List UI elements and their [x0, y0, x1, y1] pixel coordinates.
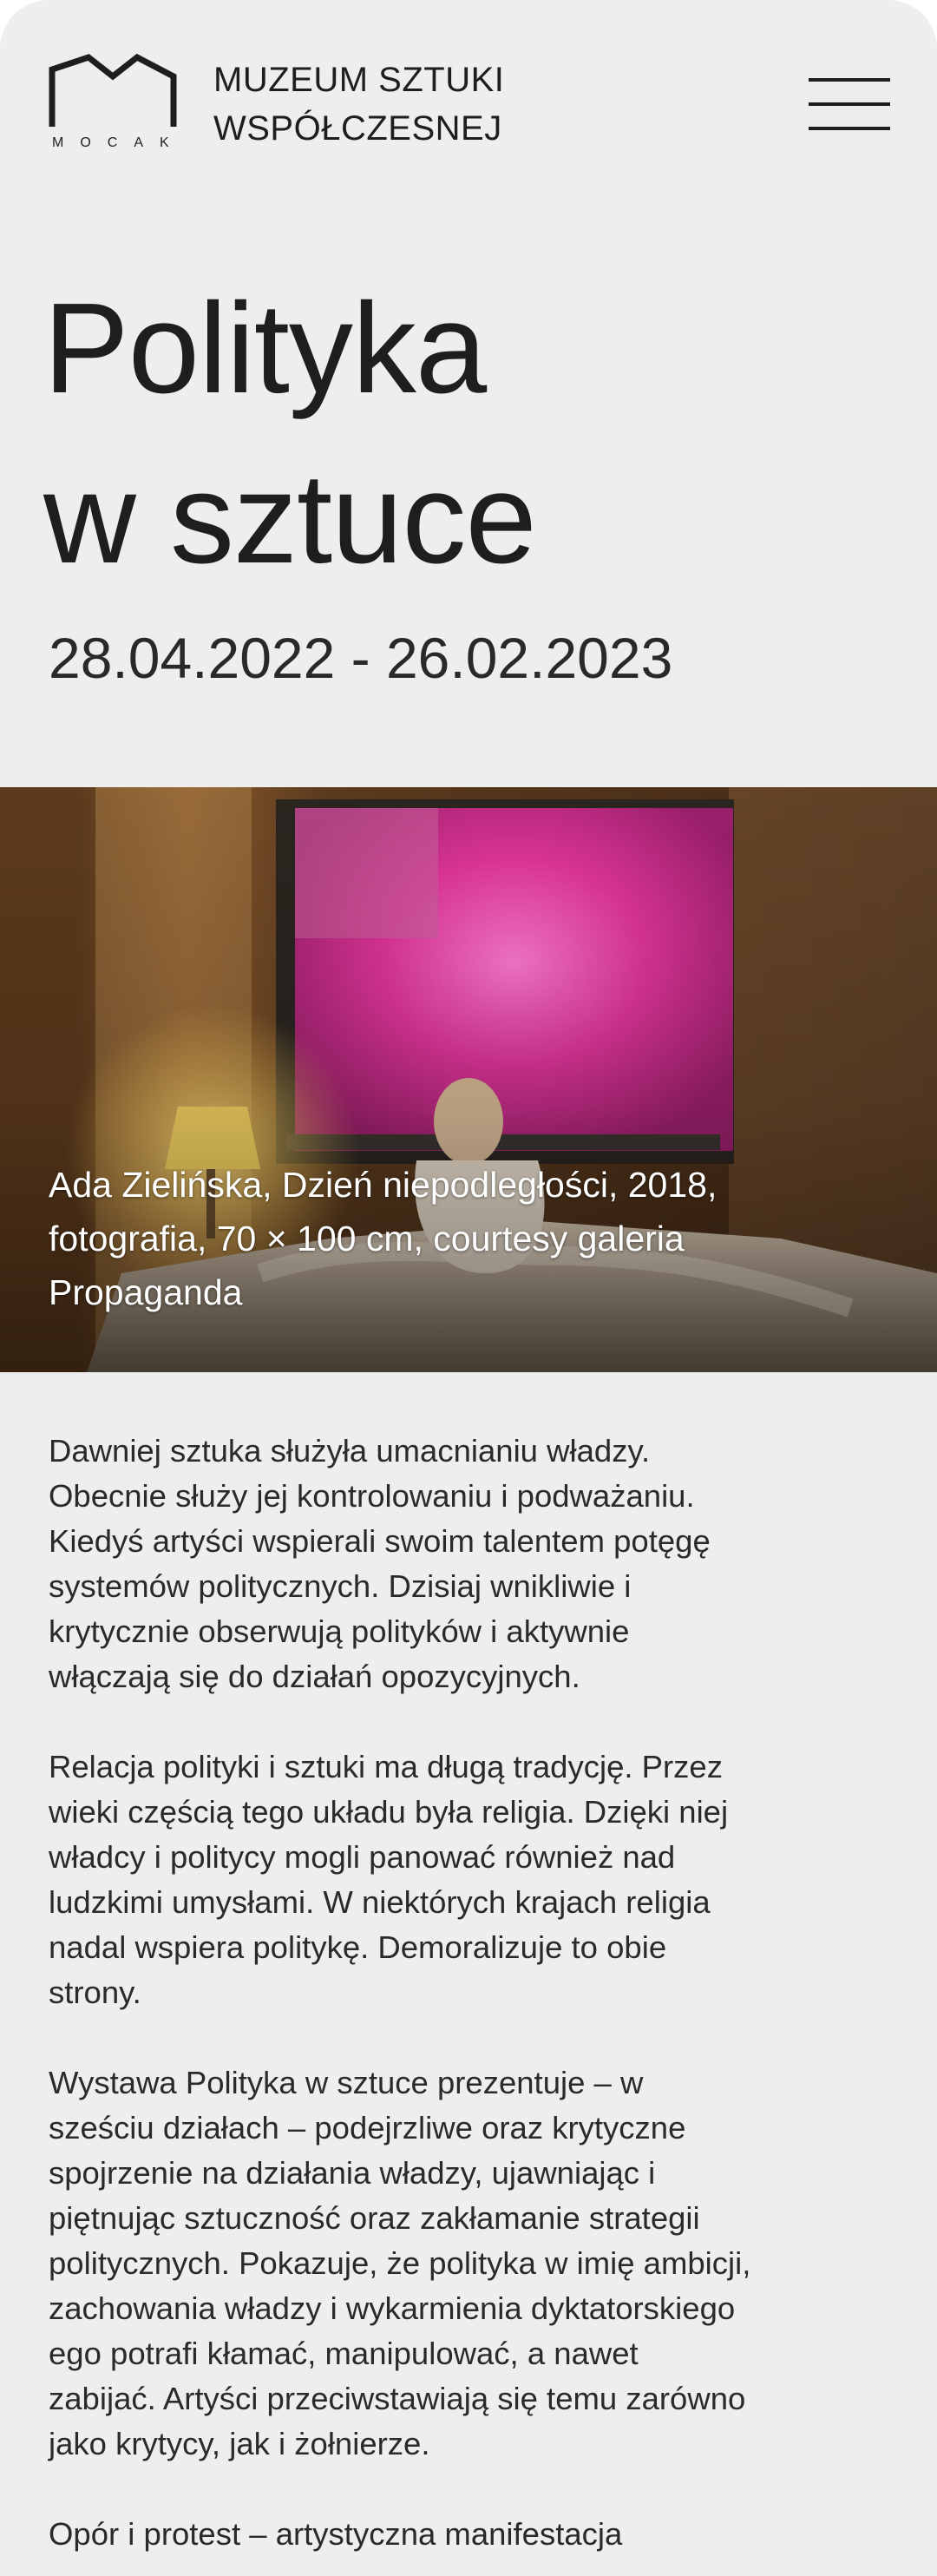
description-paragraph-2: Relacja polityki i sztuki ma długą trady…: [49, 1745, 881, 2015]
description-paragraph-3: Wystawa Polityka w sztuce prezentuje – w…: [49, 2060, 881, 2467]
caption-line-1: Ada Zielińska, Dzień niepodległości, 201…: [49, 1165, 717, 1205]
text-line: Opór i protest – artystyczna manifestacj…: [49, 2516, 623, 2552]
exhibition-description: Dawniej sztuka służyła umacnianiu władzy…: [49, 1429, 881, 2576]
text-line: Obecnie służy jej kontrolowaniu i podważ…: [49, 1478, 695, 1514]
text-line: krytycznie obserwują polityków i aktywni…: [49, 1613, 630, 1649]
menu-bar-bottom: [809, 127, 890, 130]
text-line: sześciu działach – podejrzliwe oraz kryt…: [49, 2110, 686, 2146]
description-paragraph-4: Opór i protest – artystyczna manifestacj…: [49, 2512, 881, 2557]
text-line: Relacja polityki i sztuki ma długą trady…: [49, 1749, 723, 1784]
museum-name-line-2: WSPÓŁCZESNEJ: [213, 109, 502, 148]
hero-caption: Ada Zielińska, Dzień niepodległości, 201…: [49, 1158, 881, 1319]
menu-bar-middle: [809, 102, 890, 106]
text-line: politycznych. Pokazuje, że polityka w im…: [49, 2245, 751, 2281]
page: MOCAK MUZEUM SZTUKI WSPÓŁCZESNEJ Polityk…: [0, 0, 937, 2576]
exhibition-dates: 28.04.2022 - 26.02.2023: [49, 626, 673, 690]
text-line: systemów politycznych. Dzisiaj wnikliwie…: [49, 1568, 632, 1604]
title-line-1: Polityka: [43, 277, 487, 420]
title-line-2: w sztuce: [43, 447, 537, 590]
text-line: jako krytycy, jak i żołnierze.: [49, 2426, 430, 2461]
hamburger-menu-button[interactable]: [805, 75, 892, 135]
exhibition-title: Polityka w sztuce: [43, 264, 894, 604]
text-line: zachowania władzy i wykarmienia dyktator…: [49, 2290, 736, 2326]
site-header: MOCAK MUZEUM SZTUKI WSPÓŁCZESNEJ: [0, 0, 937, 174]
description-paragraph-1: Dawniej sztuka służyła umacnianiu władzy…: [49, 1429, 881, 1699]
text-line: strony.: [49, 1975, 141, 2010]
text-line: władcy i politycy mogli panować również …: [49, 1839, 676, 1875]
text-line: włączają się do działań opozycyjnych.: [49, 1659, 580, 1694]
caption-line-3: Propaganda: [49, 1272, 243, 1312]
logo-letters: MOCAK: [52, 135, 186, 150]
text-line: Dawniej sztuka służyła umacnianiu władzy…: [49, 1433, 651, 1469]
text-line: Wystawa Polityka w sztuce prezentuje – w: [49, 2065, 644, 2100]
mocak-roof-logo-icon: [49, 54, 177, 127]
text-line: Kiedyś artyści wspierali swoim talentem …: [49, 1523, 711, 1559]
text-line: spojrzenie na działania władzy, ujawniaj…: [49, 2155, 656, 2191]
text-line: ego potrafi kłamać, manipulować, a nawet: [49, 2336, 639, 2371]
text-line: nadal wspiera politykę. Demoralizuje to …: [49, 1929, 667, 1965]
text-line: zabijać. Artyści przeciwstawiają się tem…: [49, 2381, 746, 2416]
menu-bar-top: [809, 78, 890, 82]
museum-name[interactable]: MUZEUM SZTUKI WSPÓŁCZESNEJ: [213, 56, 665, 153]
mocak-logo[interactable]: MOCAK: [49, 54, 179, 158]
caption-line-2: fotografia, 70 × 100 cm, courtesy galeri…: [49, 1219, 685, 1258]
museum-name-line-1: MUZEUM SZTUKI: [213, 61, 505, 99]
text-line: ludzkimi umysłami. W niektórych krajach …: [49, 1884, 711, 1920]
text-line: piętnując sztuczność oraz zakłamanie str…: [49, 2200, 700, 2236]
text-line: wieki częścią tego układu była religia. …: [49, 1794, 729, 1830]
